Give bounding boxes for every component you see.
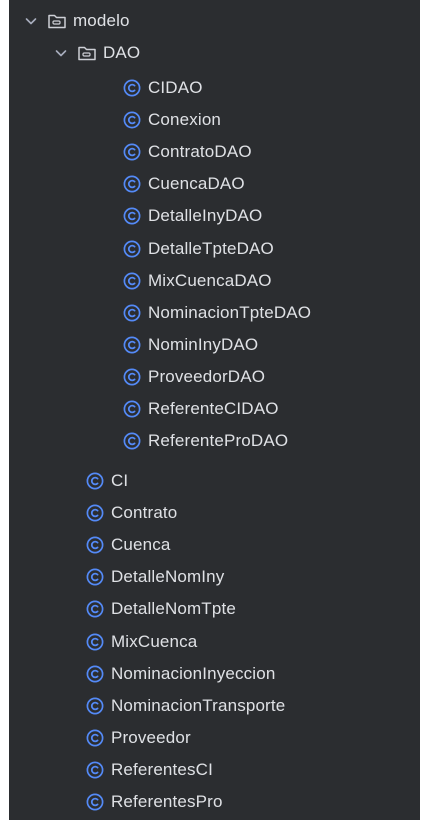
folder-icon: [78, 46, 96, 61]
class-icon: [86, 600, 104, 618]
tree-class-label: DetalleNomIny: [111, 567, 225, 587]
class-icon: [123, 240, 141, 258]
tree-class-item[interactable]: NominacionTpteDAO: [9, 297, 420, 329]
tree-class-item[interactable]: NominacionInyeccion: [9, 658, 420, 690]
tree-class-label: MixCuencaDAO: [148, 270, 272, 290]
tree-class-item[interactable]: ReferenteProDAO: [9, 425, 420, 457]
project-tree-panel: modelo DAO CIDAO Conexion ContratoDAO Cuenc…: [9, 0, 420, 820]
tree-class-item[interactable]: ReferentesCI: [9, 754, 420, 786]
class-icon: [123, 368, 141, 386]
tree-class-label: ProveedorDAO: [148, 366, 266, 386]
tree-class-label: CI: [111, 471, 129, 490]
tree-class-label: ContratoDAO: [148, 142, 252, 162]
tree-class-item[interactable]: Proveedor: [9, 722, 420, 754]
tree-class-item[interactable]: ReferenteCIDAO: [9, 393, 420, 425]
tree-class-item[interactable]: DetalleNomIny: [9, 561, 420, 593]
tree-class-label: CIDAO: [148, 78, 203, 97]
tree-node-modelo[interactable]: modelo: [9, 5, 420, 37]
tree-class-label: ReferentesPro: [111, 792, 223, 811]
tree-class-label: DetalleTpteDAO: [148, 238, 274, 258]
tree-class-label: NominacionTpteDAO: [148, 302, 312, 322]
class-icon: [123, 272, 141, 290]
tree-class-label: MixCuenca: [111, 631, 198, 651]
class-icon: [86, 697, 104, 715]
tree-class-label: DetalleInyDAO: [148, 206, 263, 226]
tree-class-item[interactable]: DetalleTpteDAO: [9, 233, 420, 265]
class-icon: [123, 79, 141, 97]
tree-class-label: NominacionTransporte: [111, 695, 286, 715]
class-icon: [123, 175, 141, 193]
tree-class-item[interactable]: NominacionTransporte: [9, 690, 420, 722]
class-icon: [86, 761, 104, 779]
tree-class-item[interactable]: DetalleNomTpte: [9, 593, 420, 625]
tree-class-label: Cuenca: [111, 535, 171, 555]
tree-class-label: ReferentesCI: [111, 759, 213, 779]
class-icon: [123, 207, 141, 225]
tree-class-label: NominacionInyeccion: [111, 663, 276, 683]
class-icon: [86, 793, 104, 811]
class-icon: [86, 633, 104, 651]
tree-class-item[interactable]: CI: [9, 465, 420, 497]
tree-class-item[interactable]: DetalleInyDAO: [9, 200, 420, 232]
tree-node-dao[interactable]: DAO: [9, 37, 420, 69]
class-icon: [123, 432, 141, 450]
tree-class-item[interactable]: MixCuencaDAO: [9, 265, 420, 297]
class-icon: [123, 400, 141, 418]
chevron-down-icon[interactable]: [23, 13, 39, 29]
tree-class-item[interactable]: Conexion: [9, 104, 420, 136]
tree-class-item[interactable]: Cuenca: [9, 529, 420, 561]
class-icon: [123, 304, 141, 322]
class-icon: [86, 536, 104, 554]
class-icon: [123, 143, 141, 161]
class-icon: [86, 568, 104, 586]
tree-class-label: Proveedor: [111, 727, 191, 747]
tree-class-label: NominInyDAO: [148, 334, 259, 354]
class-icon: [123, 111, 141, 129]
class-icon: [86, 729, 104, 747]
chevron-down-icon[interactable]: [53, 45, 69, 61]
class-icon: [123, 336, 141, 354]
tree-class-item[interactable]: NominInyDAO: [9, 329, 420, 361]
tree-class-label: CuencaDAO: [148, 174, 245, 194]
class-icon: [86, 472, 104, 490]
tree-class-label: Contrato: [111, 503, 178, 523]
tree-class-item[interactable]: CuencaDAO: [9, 168, 420, 200]
class-icon: [86, 504, 104, 522]
tree-class-label: Conexion: [148, 110, 222, 130]
tree-class-label: DetalleNomTpte: [111, 599, 236, 619]
tree-class-item[interactable]: Contrato: [9, 497, 420, 529]
tree-class-label: ReferenteCIDAO: [148, 399, 279, 418]
class-icon: [86, 665, 104, 683]
tree-class-item[interactable]: ProveedorDAO: [9, 361, 420, 393]
tree-class-label: ReferenteProDAO: [148, 431, 289, 451]
tree-class-item[interactable]: ReferentesPro: [9, 786, 420, 818]
tree-class-item[interactable]: ContratoDAO: [9, 136, 420, 168]
tree-class-item[interactable]: CIDAO: [9, 72, 420, 104]
tree-node-label: DAO: [103, 43, 141, 62]
tree-node-label: modelo: [73, 11, 130, 30]
tree-class-item[interactable]: MixCuenca: [9, 626, 420, 658]
folder-icon: [48, 14, 66, 29]
